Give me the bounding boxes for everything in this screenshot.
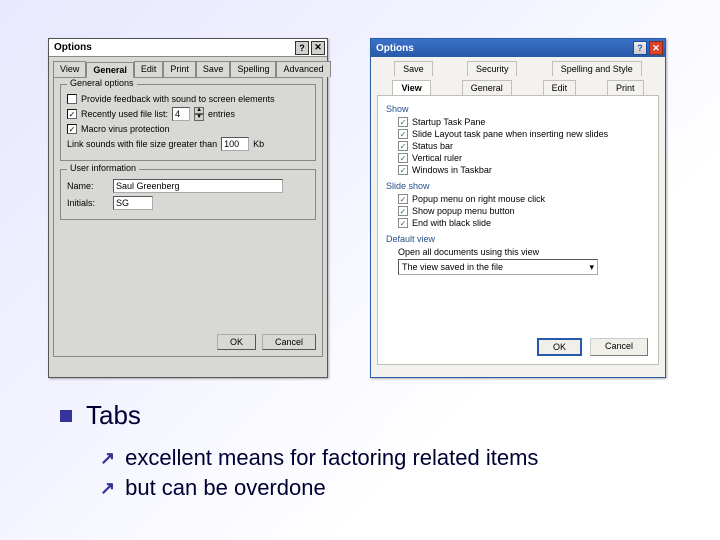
titlebar: Options ? ✕	[371, 39, 665, 57]
checkbox-feedback[interactable]	[67, 94, 77, 104]
recent-spinner[interactable]: ▲ ▼	[194, 107, 204, 121]
select-value: The view saved in the file	[402, 262, 503, 272]
recent-label: Recently used file list:	[81, 109, 168, 119]
checkbox-end-black[interactable]	[398, 218, 408, 228]
options-dialog-classic: Options ? ✕ View General Edit Print Save…	[48, 38, 328, 378]
section-default-view: Default view Open all documents using th…	[386, 234, 650, 275]
initials-label: Initials:	[67, 198, 109, 208]
checkbox-startup[interactable]	[398, 117, 408, 127]
spinner-up-icon[interactable]: ▲	[194, 107, 204, 114]
tab-save[interactable]: Save	[196, 61, 231, 77]
bullet-sub: ↗ excellent means for factoring related …	[100, 445, 538, 471]
cancel-button[interactable]: Cancel	[590, 338, 648, 356]
close-icon[interactable]: ✕	[311, 41, 325, 55]
tab-print[interactable]: Print	[607, 80, 644, 95]
tab-print[interactable]: Print	[163, 61, 196, 77]
group-legend: General options	[67, 78, 137, 88]
tab-strip: View General Edit Print Save Spelling Ad…	[49, 57, 327, 77]
default-view-select[interactable]: The view saved in the file ▾	[398, 259, 598, 275]
dialog-buttons: OK Cancel	[537, 338, 648, 356]
tab-advanced[interactable]: Advanced	[276, 61, 330, 77]
tab-general[interactable]: General	[86, 62, 134, 78]
show-popup-label: Show popup menu button	[412, 206, 515, 216]
sub-text: excellent means for factoring related it…	[125, 445, 538, 471]
checkbox-macro[interactable]	[67, 124, 77, 134]
tab-panel: General options Provide feedback with so…	[53, 77, 323, 357]
section-show: Show Startup Task Pane Slide Layout task…	[386, 104, 650, 175]
end-black-label: End with black slide	[412, 218, 491, 228]
tab-spelling-style[interactable]: Spelling and Style	[552, 61, 642, 76]
square-bullet-icon	[60, 410, 72, 422]
open-all-label: Open all documents using this view	[398, 247, 539, 257]
close-icon[interactable]: ✕	[649, 41, 663, 55]
tab-row-bottom: View General Edit Print	[371, 76, 665, 95]
group-legend: User information	[67, 163, 139, 173]
checkbox-vruler[interactable]	[398, 153, 408, 163]
ok-button[interactable]: OK	[537, 338, 582, 356]
initials-input[interactable]	[113, 196, 153, 210]
startup-label: Startup Task Pane	[412, 117, 485, 127]
sub-text: but can be overdone	[125, 475, 326, 501]
tab-view[interactable]: View	[53, 61, 86, 77]
link-label: Link sounds with file size greater than	[67, 139, 217, 149]
tab-edit[interactable]: Edit	[543, 80, 577, 95]
arrow-icon: ↗	[100, 448, 115, 469]
status-bar-label: Status bar	[412, 141, 453, 151]
checkbox-feedback-label: Provide feedback with sound to screen el…	[81, 94, 275, 104]
name-input[interactable]	[113, 179, 283, 193]
help-icon[interactable]: ?	[633, 41, 647, 55]
checkbox-slide-layout[interactable]	[398, 129, 408, 139]
checkbox-show-popup-button[interactable]	[398, 206, 408, 216]
group-general-options: General options Provide feedback with so…	[60, 84, 316, 161]
options-dialog-xp: Options ? ✕ Save Security Spelling and S…	[370, 38, 666, 378]
tab-general[interactable]: General	[462, 80, 512, 95]
section-heading: Slide show	[386, 181, 650, 191]
bullet-main: Tabs	[60, 400, 538, 431]
tab-save[interactable]: Save	[394, 61, 433, 76]
window-title: Options	[51, 42, 293, 53]
ok-button[interactable]: OK	[217, 334, 256, 350]
section-heading: Show	[386, 104, 650, 114]
macro-label: Macro virus protection	[81, 124, 170, 134]
popup-rc-label: Popup menu on right mouse click	[412, 194, 545, 204]
bullet-heading: Tabs	[86, 400, 141, 431]
link-value-input[interactable]	[221, 137, 249, 151]
tab-row-top: Save Security Spelling and Style	[371, 57, 665, 76]
tab-view[interactable]: View	[392, 80, 430, 95]
taskbar-label: Windows in Taskbar	[412, 165, 492, 175]
slide-layout-label: Slide Layout task pane when inserting ne…	[412, 129, 608, 139]
titlebar: Options ? ✕	[49, 39, 327, 57]
link-suffix: Kb	[253, 139, 264, 149]
dialog-buttons: OK Cancel	[217, 334, 316, 350]
group-user-info: User information Name: Initials:	[60, 169, 316, 220]
spinner-down-icon[interactable]: ▼	[194, 114, 204, 121]
recent-value-input[interactable]	[172, 107, 190, 121]
tab-edit[interactable]: Edit	[134, 61, 164, 77]
checkbox-popup-rightclick[interactable]	[398, 194, 408, 204]
window-title: Options	[373, 43, 631, 54]
recent-suffix: entries	[208, 109, 235, 119]
vruler-label: Vertical ruler	[412, 153, 462, 163]
bullet-sub: ↗ but can be overdone	[100, 475, 538, 501]
slide-text: Tabs ↗ excellent means for factoring rel…	[60, 400, 538, 505]
chevron-down-icon: ▾	[589, 262, 594, 273]
help-icon[interactable]: ?	[295, 41, 309, 55]
tab-panel: Show Startup Task Pane Slide Layout task…	[377, 95, 659, 365]
section-heading: Default view	[386, 234, 650, 244]
checkbox-status-bar[interactable]	[398, 141, 408, 151]
arrow-icon: ↗	[100, 478, 115, 499]
checkbox-taskbar[interactable]	[398, 165, 408, 175]
tab-spelling[interactable]: Spelling	[230, 61, 276, 77]
tab-security[interactable]: Security	[467, 61, 518, 76]
section-slide-show: Slide show Popup menu on right mouse cli…	[386, 181, 650, 228]
name-label: Name:	[67, 181, 109, 191]
cancel-button[interactable]: Cancel	[262, 334, 316, 350]
checkbox-recent[interactable]	[67, 109, 77, 119]
